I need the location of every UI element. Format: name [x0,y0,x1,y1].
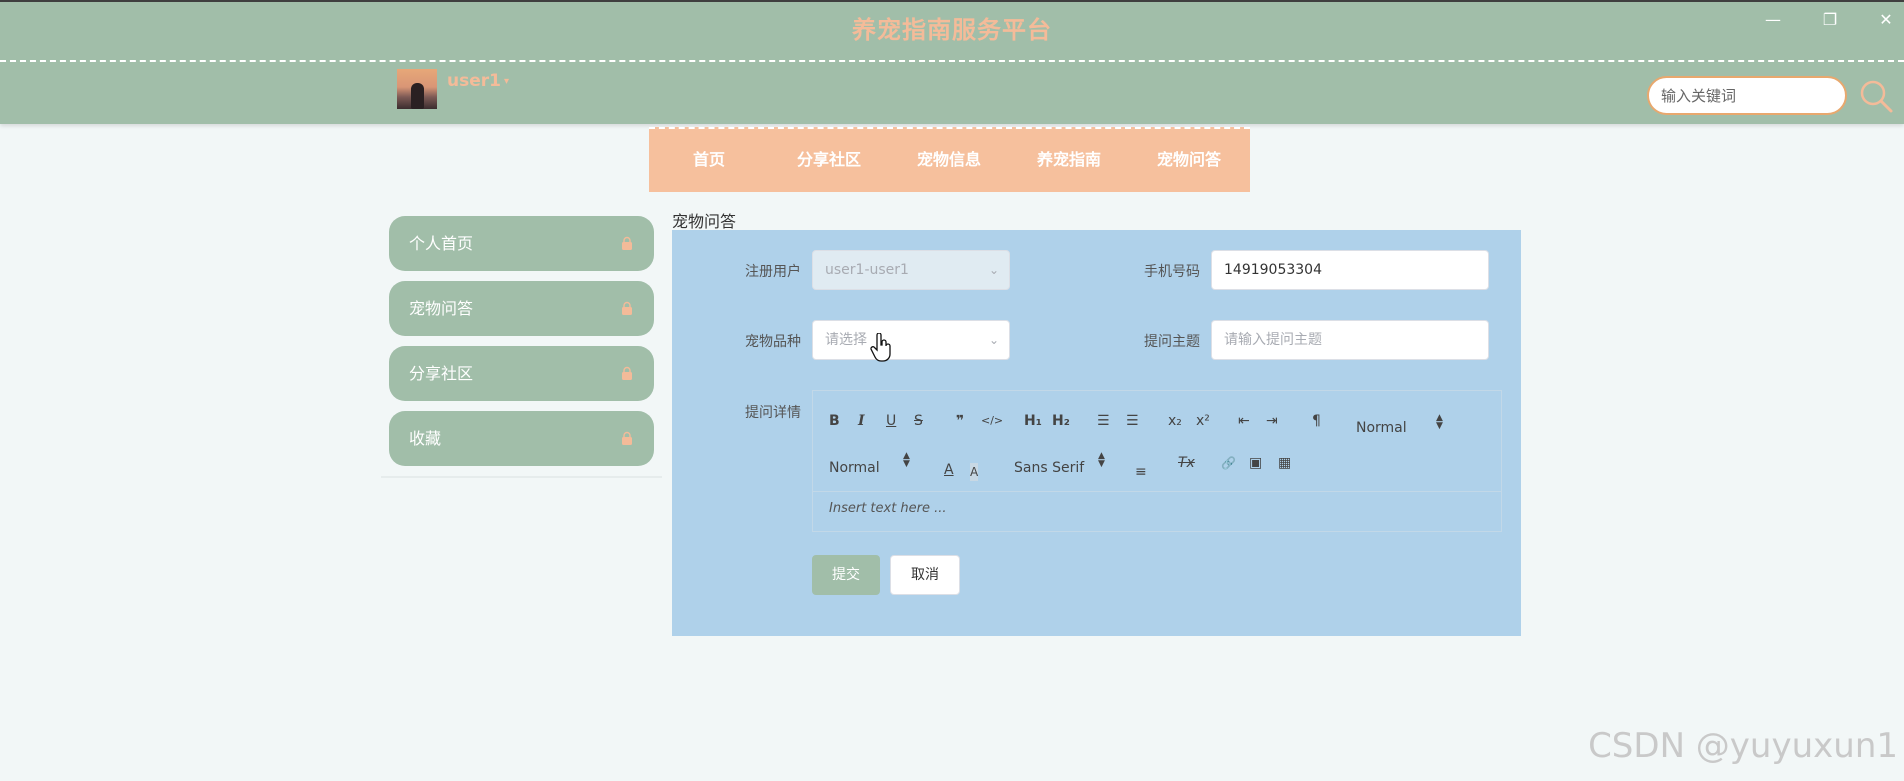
blockquote-icon[interactable]: ❞ [956,412,964,430]
lock-icon [622,236,632,250]
sidebar-item-label: 收藏 [409,429,442,448]
header-divider [0,60,1904,62]
search-icon[interactable] [1858,78,1894,114]
toolbar-divider [813,491,1501,492]
underline-icon[interactable]: U [886,412,896,430]
registered-user-value: user1-user1 [825,262,909,278]
nav-item-pet-info[interactable]: 宠物信息 [889,129,1009,192]
lock-icon [622,301,632,315]
size-select-value: Normal [1356,420,1407,436]
nav-item-home[interactable]: 首页 [649,129,769,192]
updown-icon: ▲ ▼ [1098,451,1105,469]
sidebar-item-profile[interactable]: 个人首页 [389,216,654,271]
updown-icon: ▲ ▼ [1436,413,1443,431]
avatar[interactable] [397,69,437,109]
cancel-button[interactable]: 取消 [890,555,960,595]
pet-breed-label: 宠物品种 [745,334,801,350]
close-icon[interactable]: ✕ [1874,8,1898,32]
size-select[interactable]: Normal ▲ ▼ [1356,414,1446,437]
chevron-down-icon: ⌄ [988,333,999,347]
sidebar-item-label: 宠物问答 [409,299,474,318]
nav-item-pet-qa[interactable]: 宠物问答 [1129,129,1249,192]
registered-user-label: 注册用户 [745,264,801,280]
font-select-value: Sans Serif [1014,460,1085,476]
avatar-silhouette [411,83,424,109]
lock-icon [622,431,632,445]
nav-item-pet-guide[interactable]: 养宠指南 [1009,129,1129,192]
ordered-list-icon[interactable]: ☰ [1097,412,1110,430]
hand-cursor-icon [870,333,891,362]
align-icon[interactable]: ≡ [1135,463,1147,481]
site-title: 养宠指南服务平台 [852,16,1052,44]
page-title: 宠物问答 [672,212,737,231]
sidebar-divider [381,476,662,478]
strike-icon[interactable]: S [914,412,923,430]
italic-icon[interactable]: I [858,412,865,430]
h2-icon[interactable]: H₂ [1052,412,1070,430]
minimize-icon[interactable]: — [1761,8,1785,32]
sidebar-item-pet-qa[interactable]: 宠物问答 [389,281,654,336]
outdent-icon[interactable]: ⇤ [1238,412,1250,430]
rich-text-editor: B I U S ❞ </> H₁ H₂ ☰ ☰ x₂ x² ⇤ ⇥ ¶ Norm… [812,390,1502,532]
sidebar-item-community[interactable]: 分享社区 [389,346,654,401]
link-icon[interactable]: 🔗 [1221,454,1236,472]
chevron-down-icon[interactable]: ▾ [504,76,509,87]
header-select[interactable]: Normal ▲ ▼ [829,452,915,477]
watermark: CSDN @yuyuxun1 [1588,726,1898,766]
phone-field[interactable]: 14919053304 [1211,250,1489,290]
image-icon[interactable]: ▣ [1249,454,1262,472]
text-color-icon[interactable]: A [944,461,954,479]
sidebar-item-label: 分享社区 [409,364,474,383]
h1-icon[interactable]: H₁ [1024,412,1042,430]
editor-content[interactable]: Insert text here ... [829,501,947,516]
video-icon[interactable]: ▦ [1278,454,1291,472]
chevron-down-icon: ⌄ [988,263,999,277]
pet-breed-select[interactable]: 请选择 ⌄ [812,320,1010,360]
nav-item-community[interactable]: 分享社区 [769,129,889,192]
submit-button[interactable]: 提交 [812,555,880,595]
updown-icon: ▲ ▼ [903,451,910,469]
restore-icon[interactable]: ❐ [1818,8,1842,32]
bold-icon[interactable]: B [829,412,840,430]
registered-user-select: user1-user1 ⌄ [812,250,1010,290]
pet-breed-placeholder: 请选择 [825,332,867,348]
code-icon[interactable]: </> [981,412,1003,430]
lock-icon [622,366,632,380]
font-select[interactable]: Sans Serif ▲ ▼ [1014,452,1112,477]
phone-label: 手机号码 [1144,264,1200,280]
background-color-icon[interactable]: A [970,463,979,481]
text-direction-icon[interactable]: ¶ [1312,412,1321,430]
indent-icon[interactable]: ⇥ [1266,412,1278,430]
question-topic-field[interactable]: 请输入提问主题 [1211,320,1489,360]
sidebar-item-label: 个人首页 [409,234,474,253]
top-header: 养宠指南服务平台 — ❐ ✕ user1 ▾ [0,0,1904,124]
bullet-list-icon[interactable]: ☰ [1126,412,1139,430]
header-select-value: Normal [829,460,880,476]
search-input[interactable] [1647,76,1847,115]
main-nav: 首页 分享社区 宠物信息 养宠指南 宠物问答 [649,127,1250,192]
question-detail-label: 提问详情 [745,405,801,421]
clear-format-icon[interactable]: Tx [1178,454,1195,472]
sidebar-item-favorites[interactable]: 收藏 [389,411,654,466]
superscript-icon[interactable]: x² [1196,412,1210,430]
subscript-icon[interactable]: x₂ [1168,412,1182,430]
username[interactable]: user1 [447,71,501,91]
question-topic-label: 提问主题 [1144,334,1200,350]
